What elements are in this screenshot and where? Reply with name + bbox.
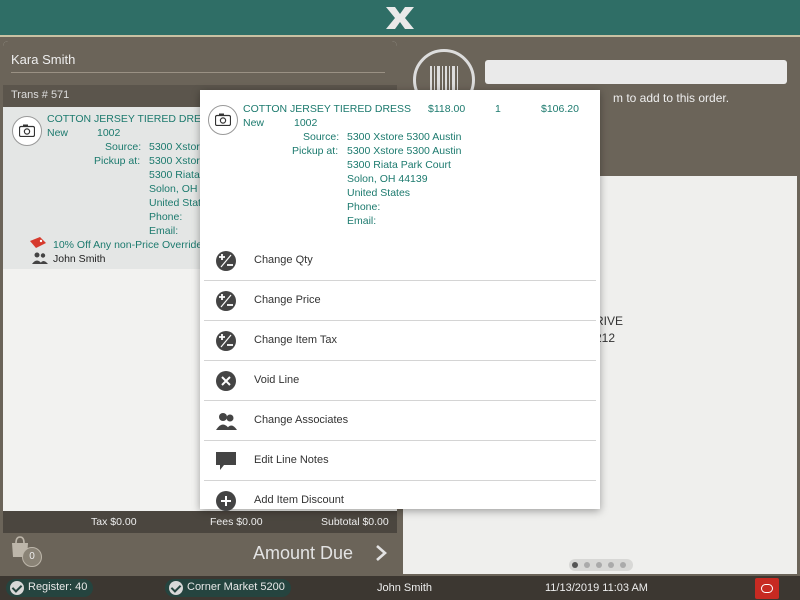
bag-count-badge: 0 — [22, 547, 42, 567]
item-image-placeholder — [208, 105, 238, 135]
menu-item-label: Change Item Tax — [254, 334, 337, 346]
edit-line-notes-button[interactable]: Edit Line Notes — [204, 441, 596, 481]
people-icon — [216, 413, 237, 430]
phone-label: Phone: — [149, 211, 183, 223]
customer-header[interactable]: Kara Smith — [3, 41, 397, 85]
plus-minus-icon — [216, 291, 236, 311]
page-dot[interactable] — [584, 562, 590, 568]
popup-item-condition: New — [243, 117, 265, 129]
popup-item-sku: 1002 — [294, 117, 318, 129]
source-label: Source: — [105, 141, 142, 153]
discount-text: 10% Off Any non-Price Override — [53, 239, 203, 251]
popup-pickup-label: Pickup at: — [292, 145, 339, 157]
check-icon — [169, 581, 183, 595]
amount-due-button[interactable]: 0 Amount Due — [3, 533, 397, 574]
register-label: Register: 40 — [28, 581, 88, 593]
check-icon — [10, 581, 24, 595]
associate-icon — [32, 252, 48, 264]
chevron-right-icon — [376, 545, 387, 561]
item-sku: 1002 — [97, 127, 121, 139]
popup-item-price: $118.00 — [428, 103, 466, 115]
change-price-button[interactable]: Change Price — [204, 281, 596, 321]
void-line-button[interactable]: Void Line — [204, 361, 596, 401]
plus-circle-icon — [216, 491, 236, 511]
camera-icon — [19, 124, 35, 137]
popup-pickup-line: United States — [347, 187, 411, 199]
scan-hint-text: m to add to this order. — [613, 91, 730, 105]
page-indicator[interactable] — [569, 559, 633, 571]
pickup-line: United Stat — [149, 197, 201, 209]
speech-bubble-icon — [216, 452, 236, 470]
popup-source-value: 5300 Xstore 5300 Austin — [347, 131, 462, 143]
item-name: COTTON JERSEY TIERED DRESS — [47, 113, 216, 125]
change-associates-button[interactable]: Change Associates — [204, 401, 596, 441]
menu-item-label: Change Associates — [254, 414, 349, 426]
xstore-logo-icon — [386, 7, 414, 29]
amount-due-label: Amount Due — [253, 543, 354, 563]
menu-item-label: Void Line — [254, 374, 300, 386]
page-dot-active[interactable] — [572, 562, 578, 568]
status-bar: Register: 40 Corner Market 5200 John Smi… — [0, 576, 800, 600]
item-condition: New — [47, 127, 69, 139]
page-dot[interactable] — [620, 562, 626, 568]
pickup-line: 5300 Xstore — [149, 155, 206, 167]
popup-item-name: COTTON JERSEY TIERED DRESS — [243, 103, 412, 115]
source-value: 5300 Xstore — [149, 141, 206, 153]
store-status[interactable]: Corner Market 5200 — [165, 579, 291, 597]
menu-item-label: Change Qty — [254, 254, 313, 266]
menu-item-label: Change Price — [254, 294, 321, 306]
store-label: Corner Market 5200 — [187, 581, 285, 593]
logout-button[interactable] — [755, 578, 779, 599]
transaction-number: Trans # 571 — [11, 89, 70, 101]
popup-pickup-line: 5300 Riata Park Court — [347, 159, 451, 171]
discount-tag-icon — [30, 237, 46, 248]
popup-item-extended: $106.20 — [541, 103, 579, 115]
tax-total: Tax $0.00 — [91, 516, 137, 528]
customer-name: Kara Smith — [11, 52, 76, 67]
camera-icon — [215, 113, 231, 126]
plus-minus-icon — [216, 251, 236, 271]
pickup-label: Pickup at: — [94, 155, 141, 167]
barcode-icon — [430, 66, 458, 92]
x-circle-icon — [216, 371, 236, 391]
associate-name: John Smith — [53, 253, 106, 265]
change-item-tax-button[interactable]: Change Item Tax — [204, 321, 596, 361]
page-dot[interactable] — [608, 562, 614, 568]
line-item-options-popup: COTTON JERSEY TIERED DRESS $118.00 1 $10… — [200, 90, 600, 511]
popup-phone-label: Phone: — [347, 201, 381, 213]
plus-minus-icon — [216, 331, 236, 351]
popup-source-label: Source: — [303, 131, 340, 143]
add-item-discount-button[interactable]: Add Item Discount — [204, 481, 596, 521]
change-qty-button[interactable]: Change Qty — [204, 241, 596, 281]
page-dot[interactable] — [596, 562, 602, 568]
popup-pickup-line: Solon, OH 44139 — [347, 173, 428, 185]
menu-item-label: Edit Line Notes — [254, 454, 329, 466]
current-user: John Smith — [377, 582, 433, 594]
popup-pickup-line: 5300 Xstore 5300 Austin — [347, 145, 462, 157]
register-status[interactable]: Register: 40 — [6, 579, 94, 597]
pickup-line: Solon, OH 4 — [149, 183, 207, 195]
date-time: 11/13/2019 11:03 AM — [545, 582, 648, 594]
app-header — [0, 0, 800, 37]
menu-item-label: Add Item Discount — [254, 494, 344, 506]
popup-email-label: Email: — [347, 215, 377, 227]
email-label: Email: — [149, 225, 179, 237]
item-image-placeholder — [12, 116, 42, 146]
customer-divider — [11, 72, 385, 73]
pickup-line: 5300 Riata — [149, 169, 200, 181]
popup-item-qty: 1 — [495, 103, 501, 115]
line-item-menu: Change Qty Change Price Change Item Tax — [204, 241, 596, 521]
item-search-input[interactable] — [485, 60, 787, 84]
